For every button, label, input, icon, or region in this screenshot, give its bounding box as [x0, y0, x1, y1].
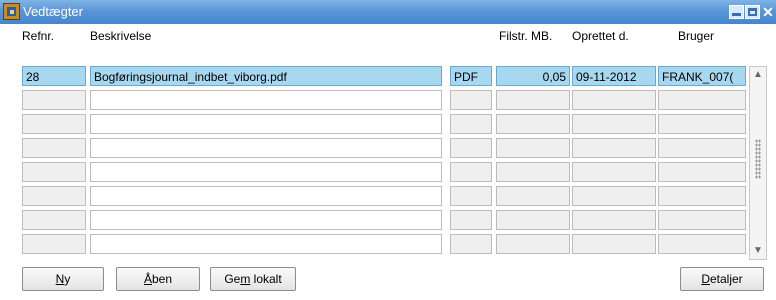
cell-beskrivelse[interactable]: [90, 186, 442, 206]
cell-type[interactable]: [450, 234, 492, 254]
cell-type[interactable]: [450, 162, 492, 182]
cell-beskrivelse-text: Bogføringsjournal_indbet_viborg.pdf: [94, 70, 287, 84]
cell-filstr[interactable]: [496, 162, 570, 182]
attachments-window: Vedtægter ✕ Refnr. Beskrivelse Filstr. M…: [0, 0, 776, 300]
app-icon[interactable]: [3, 3, 20, 20]
cell-filstr[interactable]: [496, 114, 570, 134]
cell-bruger[interactable]: FRANK_007(: [658, 66, 746, 86]
cell-beskrivelse[interactable]: [90, 234, 442, 254]
cell-refnr[interactable]: [22, 138, 86, 158]
column-header-beskrivelse: Beskrivelse: [90, 29, 152, 43]
cell-filstr[interactable]: 0,05: [496, 66, 570, 86]
close-icon[interactable]: ✕: [761, 5, 775, 19]
cell-oprettet[interactable]: [572, 186, 656, 206]
cell-type[interactable]: [450, 90, 492, 110]
new-button[interactable]: Ny: [22, 267, 104, 291]
cell-beskrivelse[interactable]: Bogføringsjournal_indbet_viborg.pdf: [90, 66, 442, 86]
minimize-icon[interactable]: [729, 5, 744, 19]
cell-oprettet[interactable]: [572, 234, 656, 254]
title-bar[interactable]: Vedtægter ✕: [0, 0, 776, 24]
cell-type[interactable]: [450, 138, 492, 158]
cell-type-text: PDF: [454, 70, 478, 84]
cell-beskrivelse[interactable]: [90, 162, 442, 182]
column-header-filstr: Filstr. MB.: [499, 29, 553, 43]
scroll-up-arrow-icon[interactable]: ▲: [751, 68, 765, 82]
cell-beskrivelse[interactable]: [90, 90, 442, 110]
cell-beskrivelse[interactable]: [90, 210, 442, 230]
cell-oprettet[interactable]: [572, 90, 656, 110]
cell-bruger[interactable]: [658, 114, 746, 134]
column-header-bruger: Bruger: [678, 29, 715, 43]
cell-oprettet[interactable]: [572, 162, 656, 182]
cell-beskrivelse[interactable]: [90, 114, 442, 134]
cell-bruger[interactable]: [658, 162, 746, 182]
open-button[interactable]: Åben: [116, 267, 200, 291]
cell-type[interactable]: [450, 186, 492, 206]
cell-refnr[interactable]: [22, 114, 86, 134]
cell-oprettet[interactable]: 09-11-2012: [572, 66, 656, 86]
cell-bruger[interactable]: [658, 186, 746, 206]
cell-type[interactable]: PDF: [450, 66, 492, 86]
cell-refnr[interactable]: [22, 90, 86, 110]
cell-refnr[interactable]: [22, 234, 86, 254]
cell-refnr[interactable]: [22, 162, 86, 182]
scroll-grip-icon[interactable]: [755, 139, 761, 179]
cell-filstr[interactable]: [496, 186, 570, 206]
cell-bruger[interactable]: [658, 210, 746, 230]
cell-beskrivelse[interactable]: [90, 138, 442, 158]
cell-oprettet[interactable]: [572, 138, 656, 158]
scroll-down-arrow-icon[interactable]: ▼: [751, 244, 765, 258]
cell-refnr-text: 28: [26, 70, 40, 84]
cell-filstr[interactable]: [496, 234, 570, 254]
cell-bruger[interactable]: [658, 138, 746, 158]
column-header-oprettet: Oprettet d.: [572, 29, 629, 43]
cell-filstr[interactable]: [496, 138, 570, 158]
maximize-icon[interactable]: [745, 5, 760, 19]
cell-bruger-text: FRANK_007(: [662, 70, 734, 84]
cell-oprettet-text: 09-11-2012: [576, 70, 637, 84]
details-button[interactable]: Detaljer: [680, 267, 764, 291]
window-title: Vedtægter: [23, 4, 83, 19]
cell-type[interactable]: [450, 210, 492, 230]
cell-filstr[interactable]: [496, 210, 570, 230]
vertical-scrollbar[interactable]: ▲ ▼: [749, 66, 767, 260]
cell-type[interactable]: [450, 114, 492, 134]
cell-oprettet[interactable]: [572, 210, 656, 230]
cell-bruger[interactable]: [658, 234, 746, 254]
cell-refnr[interactable]: [22, 186, 86, 206]
column-header-refnr: Refnr.: [22, 29, 55, 43]
save-locally-button[interactable]: Gem lokalt: [210, 267, 296, 291]
cell-refnr[interactable]: 28: [22, 66, 86, 86]
cell-filstr[interactable]: [496, 90, 570, 110]
cell-refnr[interactable]: [22, 210, 86, 230]
cell-bruger[interactable]: [658, 90, 746, 110]
cell-filstr-text: 0,05: [542, 70, 566, 84]
cell-oprettet[interactable]: [572, 114, 656, 134]
